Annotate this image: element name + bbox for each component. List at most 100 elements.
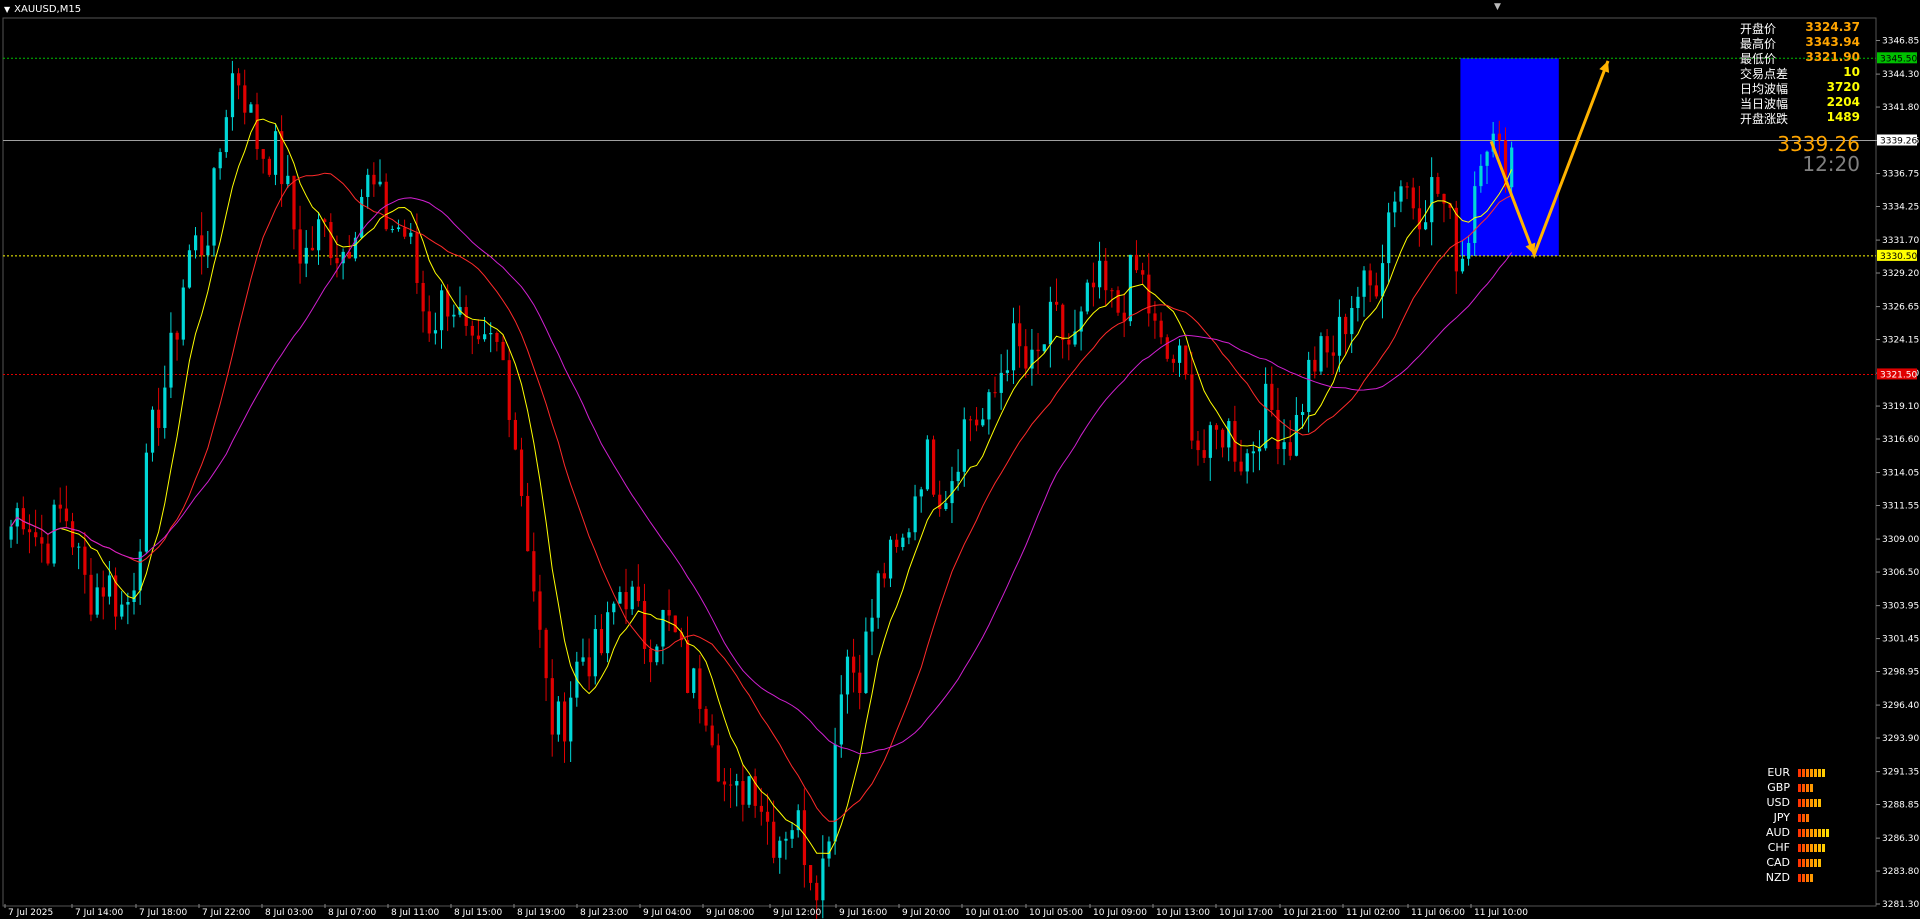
candle-body	[913, 496, 917, 533]
candle-body	[858, 672, 862, 693]
currency-row: CAD	[1760, 855, 1829, 870]
candle-body	[1417, 208, 1422, 230]
candle-body	[1411, 187, 1415, 209]
candle-body	[784, 838, 788, 841]
strength-bars	[1798, 783, 1813, 792]
candle-body	[396, 227, 401, 230]
candle-body	[1331, 352, 1335, 356]
y-tick-label: 3329.20	[1882, 269, 1919, 279]
candle-body	[58, 504, 62, 509]
candle-body	[587, 657, 591, 677]
candle-body	[907, 532, 911, 538]
candle-body	[772, 821, 776, 858]
strength-bar	[1810, 798, 1813, 807]
candle-body	[975, 419, 979, 426]
strength-bars	[1798, 828, 1829, 837]
y-tick-label: 3309.00	[1882, 535, 1919, 545]
candle-body	[612, 603, 616, 613]
candle-body	[64, 508, 69, 522]
candle-body	[1424, 222, 1428, 230]
candle-body	[655, 646, 659, 663]
x-tick-label: 8 Jul 23:00	[580, 908, 629, 918]
candle-body	[101, 587, 105, 597]
dropdown-triangle-icon[interactable]: ▼	[4, 5, 10, 14]
candle-body	[298, 229, 302, 264]
info-row: 最低价 3321.90	[1740, 50, 1860, 66]
chart-border	[2, 17, 1877, 907]
candle-body	[1454, 207, 1458, 272]
x-tick-label: 10 Jul 21:00	[1283, 908, 1337, 918]
candle-body	[864, 631, 868, 693]
strength-bar	[1798, 873, 1801, 882]
info-label: 交易点差	[1740, 67, 1789, 81]
y-tick-label: 3314.05	[1882, 469, 1919, 479]
x-tick-label: 11 Jul 02:00	[1346, 908, 1400, 918]
candle-body	[569, 697, 573, 742]
candle-body	[778, 840, 782, 858]
candle-body	[507, 360, 511, 420]
y-tick-label: 3324.15	[1882, 336, 1919, 346]
info-label: 开盘价	[1740, 22, 1777, 36]
candle-body	[1479, 165, 1483, 187]
y-tick-label: 3336.75	[1882, 170, 1919, 180]
candle-body	[187, 250, 192, 288]
candle-body	[925, 439, 930, 490]
candle-body	[563, 701, 567, 742]
candle-body	[999, 372, 1003, 393]
candle-body	[630, 586, 634, 610]
strength-bar	[1814, 858, 1817, 867]
strength-bar	[1802, 828, 1805, 837]
chart-area[interactable]: 3346.85 3344.30 3341.80 3339.26 3336.75 3334.…	[0, 0, 1920, 919]
candle-body	[1036, 349, 1040, 352]
candle-body	[1257, 448, 1262, 452]
x-tick-label: 9 Jul 12:00	[773, 908, 822, 918]
strength-bar	[1810, 873, 1813, 882]
candle-body	[489, 332, 493, 335]
strength-bar	[1802, 873, 1805, 882]
candle-body	[729, 784, 733, 786]
candle-body	[1301, 412, 1305, 415]
candle-body	[962, 419, 966, 472]
candle-body	[1368, 270, 1372, 286]
candle-body	[581, 657, 585, 662]
candle-body	[1055, 301, 1059, 305]
currency-row: NZD	[1760, 870, 1829, 885]
candle-body	[993, 392, 997, 394]
strength-bars	[1798, 813, 1809, 822]
candle-body	[1208, 425, 1212, 458]
candle-body	[273, 131, 278, 175]
candle-body	[329, 222, 333, 259]
strength-bar	[1810, 783, 1813, 792]
strength-bar	[1798, 843, 1801, 852]
x-tick-label: 10 Jul 09:00	[1093, 908, 1147, 918]
ma-fast-line	[10, 118, 1513, 854]
candle-body	[673, 615, 677, 633]
candle-body	[40, 537, 44, 544]
currency-row: AUD	[1760, 825, 1829, 840]
candle-body	[802, 810, 807, 866]
info-value: 3343.94	[1805, 35, 1860, 49]
candle-body	[366, 174, 370, 197]
candle-body	[107, 575, 112, 597]
candle-body	[526, 495, 530, 552]
y-tick-label: 3306.50	[1882, 568, 1919, 578]
candle-countdown: 12:20	[1802, 152, 1860, 176]
currency-name: GBP	[1767, 781, 1790, 794]
candle-body	[1282, 442, 1286, 450]
ma-mid-line	[10, 172, 1512, 822]
candle-body	[667, 610, 671, 616]
candle-body	[433, 330, 438, 334]
y-tick-label: 3331.70	[1882, 236, 1919, 246]
candle-body	[1374, 285, 1378, 297]
price-chart[interactable]: 3346.85 3344.30 3341.80 3339.26 3336.75 3334.…	[0, 0, 1920, 919]
candle-body	[1098, 260, 1102, 288]
info-value: 10	[1843, 65, 1860, 79]
candle-body	[556, 701, 561, 735]
candle-body	[27, 529, 32, 533]
candle-body	[378, 181, 382, 185]
candle-body	[1497, 133, 1501, 141]
candle-body	[409, 232, 413, 237]
resistance-level-label: 3345.50	[1880, 54, 1917, 64]
ma-slow-line	[10, 197, 1513, 755]
candle-body	[981, 419, 985, 426]
